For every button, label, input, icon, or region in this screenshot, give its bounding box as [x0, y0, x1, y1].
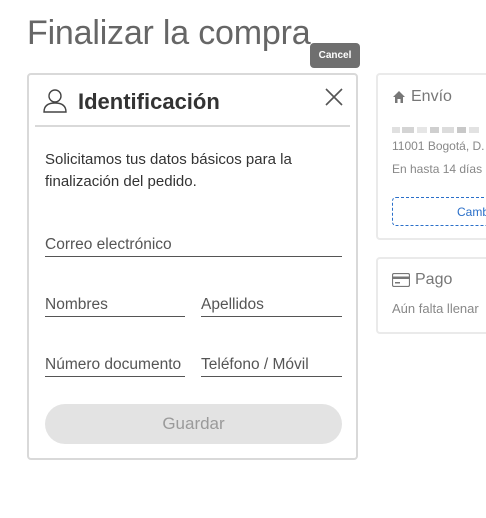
phone-field[interactable]: Teléfono / Móvil [201, 353, 342, 377]
identification-title: Identificación [78, 89, 220, 114]
email-field[interactable]: Correo electrónico [45, 233, 342, 257]
first-names-field-label: Nombres [45, 296, 108, 313]
payment-status: Aún falta llenar [392, 301, 479, 316]
close-icon[interactable] [325, 88, 343, 106]
user-icon [43, 89, 67, 113]
identification-card: Identificación Solicitamos tus datos bás… [27, 73, 358, 460]
phone-field-label: Teléfono / Móvil [201, 356, 309, 373]
shipping-card: Envío 11001 Bogotá, D. En hasta 14 días … [376, 73, 486, 240]
payment-title: Pago [392, 271, 452, 289]
document-number-field-label: Número documento [45, 356, 182, 373]
shipping-city: 11001 Bogotá, D. [392, 139, 485, 153]
cancel-button[interactable]: Cancel [310, 43, 360, 68]
shipping-title: Envío [392, 88, 452, 106]
shipping-eta: En hasta 14 días [392, 162, 483, 176]
redacted-address [392, 127, 479, 133]
payment-title-label: Pago [415, 271, 453, 288]
credit-card-icon [392, 273, 410, 287]
identification-header: Identificación [35, 75, 350, 127]
email-field-label: Correo electrónico [45, 236, 172, 253]
change-shipping-button[interactable]: Camb [392, 197, 486, 226]
save-button[interactable]: Guardar [45, 404, 342, 444]
document-number-field[interactable]: Número documento [45, 353, 185, 377]
payment-card: Pago Aún falta llenar [376, 257, 486, 334]
home-icon [393, 91, 405, 103]
shipping-title-label: Envío [411, 88, 452, 105]
last-names-field[interactable]: Apellidos [201, 293, 342, 317]
last-names-field-label: Apellidos [201, 296, 264, 313]
first-names-field[interactable]: Nombres [45, 293, 185, 317]
page-title: Finalizar la compra [27, 14, 311, 52]
identification-intro: Solicitamos tus datos básicos para la fi… [45, 151, 292, 190]
